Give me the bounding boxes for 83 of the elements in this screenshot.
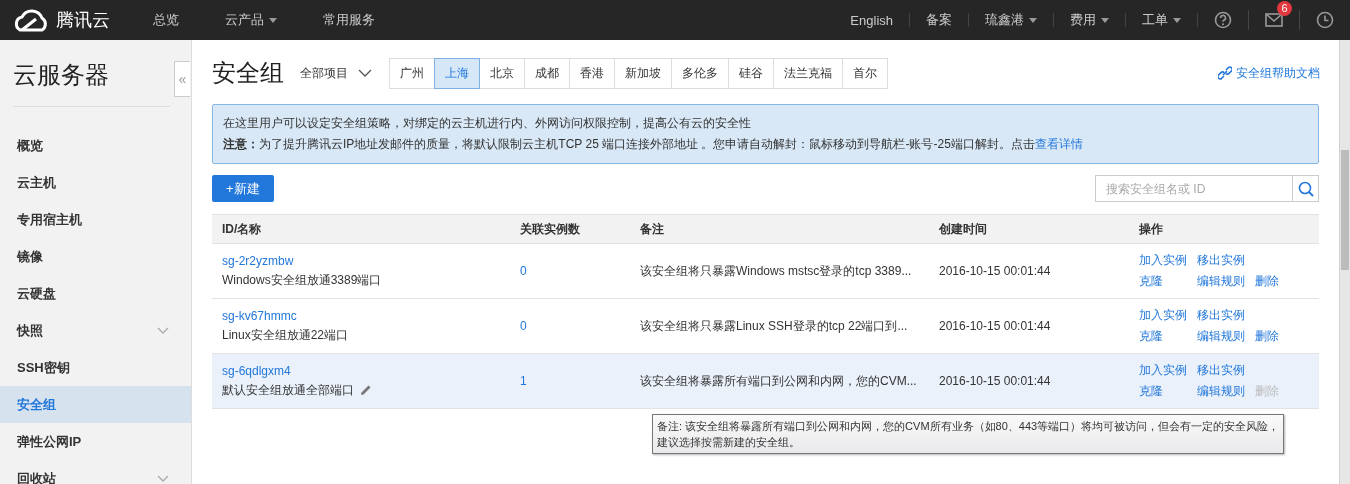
pencil-icon[interactable]: [360, 384, 372, 396]
action-link[interactable]: 编辑规则: [1197, 328, 1245, 345]
security-group-id-link[interactable]: sg-6qdlgxm4: [222, 363, 510, 378]
nav-link[interactable]: 云产品: [202, 11, 300, 29]
column-header: 操作: [1138, 220, 1164, 238]
notification-badge: 6: [1277, 1, 1292, 16]
nav-link[interactable]: 常用服务: [300, 11, 398, 29]
region-tab[interactable]: 北京: [479, 57, 525, 89]
sidebar-item[interactable]: 云硬盘: [0, 275, 191, 312]
nav-link[interactable]: English: [834, 13, 910, 27]
security-group-name: Windows安全组放通3389端口: [222, 271, 382, 289]
action-link[interactable]: 移出实例: [1197, 362, 1245, 379]
remark-text: 该安全组将暴露所有端口到公网和内网，您的CVM...: [640, 373, 917, 388]
link-icon: [1218, 66, 1232, 80]
notice-text: 注意：为了提升腾讯云IP地址发邮件的质量，将默认限制云主机TCP 25 端口连接外部地址 。您申请自动解封：鼠标移动到导航栏-账号-25端口解封。点击查看详情: [223, 136, 1084, 153]
sidebar-item[interactable]: 快照: [0, 312, 191, 349]
clock-icon[interactable]: [1316, 11, 1334, 29]
sidebar-item[interactable]: 云主机: [0, 164, 191, 201]
notice-text: 在这里用户可以设定安全组策略，对绑定的云主机进行内、外网访问权限控制，提高公有云的安全性: [223, 115, 752, 132]
search-field[interactable]: 搜索安全组名或 ID: [1095, 175, 1292, 202]
new-button[interactable]: +新建: [212, 175, 274, 202]
action-link[interactable]: 加入实例: [1139, 362, 1187, 379]
region-tab[interactable]: 多伦多: [671, 57, 729, 89]
column-header: 关联实例数: [519, 220, 581, 238]
remark-text: 该安全组将只暴露Linux SSH登录的tcp 22端口到...: [640, 318, 908, 333]
nav-link[interactable]: 琉鑫港: [969, 13, 1054, 27]
sidebar-item[interactable]: 回收站: [0, 460, 191, 484]
help-icon[interactable]: [1214, 11, 1232, 29]
nav-link[interactable]: 费用: [1054, 13, 1126, 27]
sidebar-item[interactable]: 镜像: [0, 238, 191, 275]
created-time: 2016-10-15 00:01:44: [939, 264, 1051, 278]
sidebar-item[interactable]: SSH密钥: [0, 349, 191, 386]
action-link[interactable]: 加入实例: [1139, 307, 1187, 324]
region-tab[interactable]: 广州: [389, 57, 435, 89]
action-link[interactable]: 移出实例: [1197, 307, 1245, 324]
instance-count[interactable]: 1: [520, 374, 527, 388]
action-link[interactable]: 编辑规则: [1197, 383, 1245, 400]
details-link[interactable]: 查看详情: [1034, 137, 1083, 151]
action-link[interactable]: 删除: [1255, 273, 1279, 290]
remark-text: 该安全组将只暴露Windows mstsc登录的tcp 3389...: [640, 263, 912, 278]
scrollbar-thumb[interactable]: [1341, 150, 1349, 270]
region-tab[interactable]: 成都: [524, 57, 570, 89]
security-group-id-link[interactable]: sg-2r2yzmbw: [222, 253, 510, 268]
region-tab[interactable]: 首尔: [842, 57, 888, 89]
action-link[interactable]: 克隆: [1139, 328, 1187, 345]
column-header: 备注: [639, 220, 665, 238]
sidebar-item[interactable]: 专用宿主机: [0, 201, 191, 238]
brand-name: 腾讯云: [56, 9, 110, 32]
region-tab[interactable]: 上海: [434, 57, 480, 89]
column-header: ID/名称: [221, 220, 263, 238]
security-group-name: 默认安全组放通全部端口: [222, 381, 354, 399]
nav-link[interactable]: 工单: [1126, 13, 1198, 27]
region-tab[interactable]: 法兰克福: [773, 57, 843, 89]
region-tab[interactable]: 硅谷: [728, 57, 774, 89]
page-title: 安全组: [212, 58, 284, 88]
chevron-down-icon: [358, 69, 372, 77]
created-time: 2016-10-15 00:01:44: [939, 374, 1051, 388]
search-icon: [1297, 180, 1314, 197]
mail-icon[interactable]: [1265, 12, 1283, 28]
tooltip-text: 建议选择按需新建的安全组。: [657, 435, 801, 450]
nav-link[interactable]: 备案: [910, 13, 969, 27]
action-link[interactable]: 克隆: [1139, 383, 1187, 400]
action-link[interactable]: 删除: [1255, 328, 1279, 345]
sidebar-item[interactable]: 弹性公网IP: [0, 423, 191, 460]
action-link[interactable]: 加入实例: [1139, 252, 1187, 269]
region-tab[interactable]: 香港: [569, 57, 615, 89]
help-link[interactable]: 安全组帮助文档: [1218, 64, 1320, 82]
instance-count[interactable]: 0: [520, 319, 527, 333]
search-button[interactable]: [1292, 175, 1319, 202]
nav-link[interactable]: 总览: [130, 11, 202, 29]
region-tab[interactable]: 新加坡: [614, 57, 672, 89]
project-dropdown[interactable]: 全部项目: [300, 64, 372, 82]
created-time: 2016-10-15 00:01:44: [939, 319, 1051, 333]
column-header: 创建时间: [938, 220, 988, 238]
security-group-id-link[interactable]: sg-kv67hmmc: [222, 308, 510, 323]
sidebar-title: 云服务器: [13, 60, 109, 90]
security-group-name: Linux安全组放通22端口: [222, 326, 349, 344]
action-link[interactable]: 编辑规则: [1197, 273, 1245, 290]
action-link[interactable]: 移出实例: [1197, 252, 1245, 269]
tooltip-text: 备注: 该安全组将暴露所有端口到公网和内网，您的CVM所有业务（如80、443等端口）将均可被访问，但会有一定的安全风险，: [657, 419, 1280, 434]
sidebar-item[interactable]: 概览: [0, 127, 191, 164]
action-link[interactable]: 克隆: [1139, 273, 1187, 290]
instance-count[interactable]: 0: [520, 264, 527, 278]
